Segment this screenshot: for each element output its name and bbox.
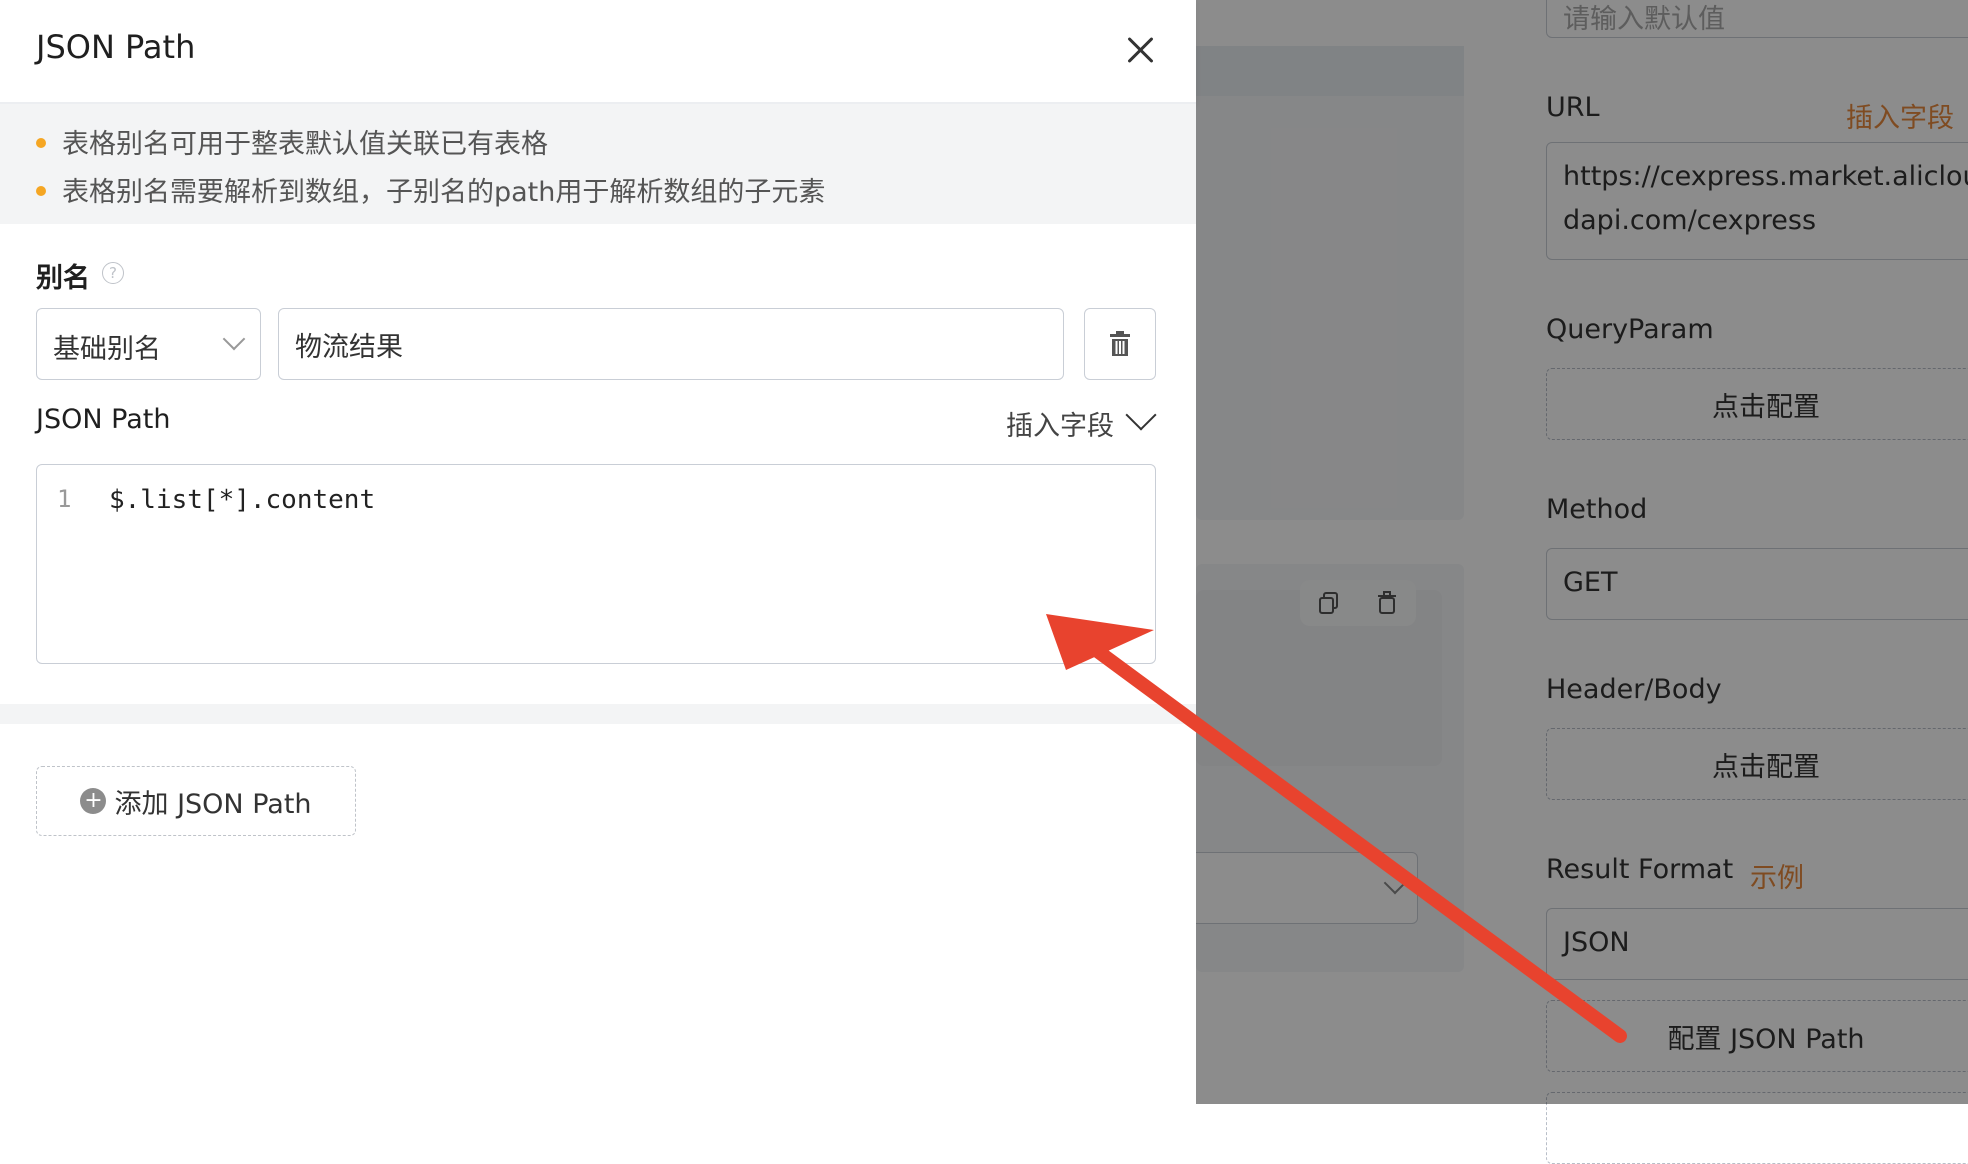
drawer-header: JSON Path	[0, 0, 1196, 104]
delete-button[interactable]	[1084, 308, 1156, 380]
bullet-icon	[36, 185, 46, 196]
chevron-down-icon[interactable]	[1125, 399, 1157, 431]
json-path-drawer: JSON Path 表格别名可用于整表默认值关联已有表格 表格别名需要解析到数组…	[0, 0, 1196, 1104]
section-divider	[0, 704, 1196, 724]
bullet-icon	[36, 137, 46, 148]
code-line[interactable]: $.list[*].content	[109, 485, 375, 515]
tips-panel: 表格别名可用于整表默认值关联已有表格 表格别名需要解析到数组，子别名的path用…	[0, 104, 1196, 224]
chevron-down-icon	[222, 327, 246, 351]
tip-item: 表格别名可用于整表默认值关联已有表格	[36, 122, 548, 161]
json-path-code-editor[interactable]: 1 $.list[*].content	[36, 464, 1156, 664]
alias-label: 别名	[36, 263, 90, 294]
json-path-label: JSON Path	[36, 404, 171, 435]
insert-field-dropdown[interactable]: 插入字段	[1006, 404, 1114, 443]
line-number: 1	[57, 485, 72, 513]
alias-name-input[interactable]	[278, 308, 1064, 380]
plus-circle-icon: +	[80, 788, 107, 814]
drawer-title: JSON Path	[36, 28, 196, 66]
trash-icon	[1110, 331, 1130, 356]
close-icon[interactable]	[1120, 30, 1160, 70]
modal-mask[interactable]	[1196, 0, 1968, 1104]
tip-item: 表格别名需要解析到数组，子别名的path用于解析数组的子元素	[36, 170, 825, 209]
help-icon[interactable]: ?	[102, 262, 124, 284]
add-json-path-button[interactable]: + 添加 JSON Path	[36, 766, 356, 836]
alias-type-select[interactable]: 基础别名	[36, 308, 261, 380]
